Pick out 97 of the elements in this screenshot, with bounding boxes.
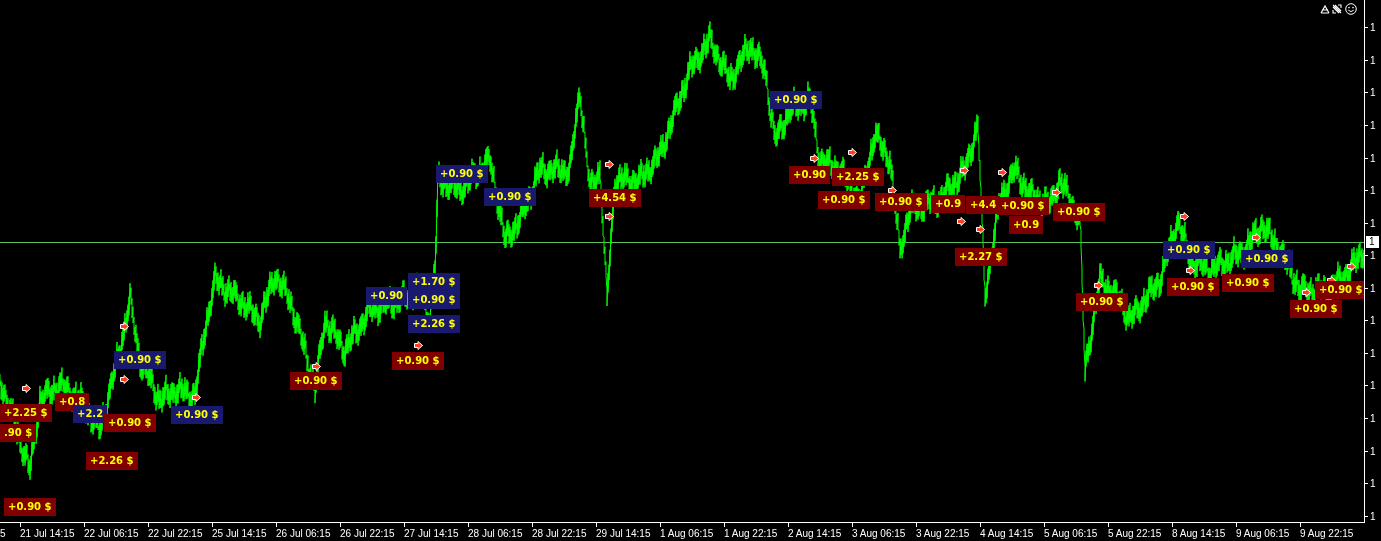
trade-label: +0.90 $ bbox=[436, 165, 488, 183]
price-label: 1 bbox=[1370, 152, 1376, 164]
trade-label: +1.70 $ bbox=[408, 273, 460, 291]
price-label: 1 bbox=[1370, 445, 1376, 457]
arrow-icon bbox=[605, 212, 614, 221]
trade-label: +0.90 bbox=[366, 287, 408, 305]
arrow-icon bbox=[1347, 262, 1356, 271]
trade-label: +0.90 bbox=[789, 166, 831, 184]
arrow-icon bbox=[810, 154, 819, 163]
price-label: 1 bbox=[1370, 185, 1376, 197]
arrow-icon bbox=[888, 186, 897, 195]
arrow-icon bbox=[1180, 212, 1189, 221]
trade-label: +0.90 $ bbox=[114, 351, 166, 369]
arrow-icon bbox=[1186, 266, 1195, 275]
trade-label: +0.90 $ bbox=[1241, 250, 1293, 268]
time-label: 9 Aug 22:15 bbox=[1300, 528, 1354, 539]
trade-label: +0.90 $ bbox=[1163, 241, 1215, 259]
trade-label: +0.90 $ bbox=[408, 291, 460, 309]
arrow-icon bbox=[120, 375, 129, 384]
time-label: 28 Jul 06:15 bbox=[468, 528, 523, 539]
trade-label: +0.90 $ bbox=[104, 414, 156, 432]
trade-label: +0.90 $ bbox=[818, 191, 870, 209]
time-label: 1 Aug 06:15 bbox=[660, 528, 714, 539]
time-label: 21 Jul 14:15 bbox=[20, 528, 75, 539]
trade-label: +0.9 bbox=[931, 195, 966, 213]
arrow-icon bbox=[998, 168, 1007, 177]
trade-label: +4.4 bbox=[966, 196, 1001, 214]
trade-label: +0.90 $ bbox=[4, 498, 56, 516]
price-label: 1 bbox=[1370, 315, 1376, 327]
trade-label: +0.90 $ bbox=[1222, 274, 1274, 292]
trade-label: +0.90 $ bbox=[875, 193, 927, 211]
time-label: 22 Jul 22:15 bbox=[148, 528, 203, 539]
time-label: 27 Jul 14:15 bbox=[404, 528, 459, 539]
price-label: 1 bbox=[1370, 347, 1376, 359]
current-price-label: 1 bbox=[1366, 236, 1379, 248]
trade-label: +0.90 $ bbox=[770, 91, 822, 109]
trade-label: +0.90 $ bbox=[1315, 281, 1364, 299]
time-label: 9 Aug 06:15 bbox=[1236, 528, 1290, 539]
arrow-icon bbox=[960, 166, 969, 175]
price-label: 1 bbox=[1370, 250, 1376, 262]
arrow-icon bbox=[120, 322, 129, 331]
time-label: 28 Jul 22:15 bbox=[532, 528, 587, 539]
arrow-icon bbox=[848, 148, 857, 157]
arrow-icon bbox=[1094, 281, 1103, 290]
time-label: 26 Jul 06:15 bbox=[276, 528, 331, 539]
price-label: 1 bbox=[1370, 22, 1376, 34]
time-label: 3 Aug 06:15 bbox=[852, 528, 906, 539]
trade-label: +0.90 $ bbox=[392, 352, 444, 370]
time-label: 1 Aug 22:15 bbox=[724, 528, 778, 539]
trade-label: +0.90 $ bbox=[997, 197, 1049, 215]
arrow-icon bbox=[1302, 288, 1311, 297]
trade-label: +0.90 $ bbox=[484, 188, 536, 206]
price-label: 1 bbox=[1370, 282, 1376, 294]
trade-label: +2.25 $ bbox=[0, 404, 52, 422]
time-label: 5 bbox=[0, 528, 6, 539]
trade-label: +0.90 $ bbox=[1167, 278, 1219, 296]
trade-label: +0.90 $ bbox=[290, 372, 342, 390]
trade-label: +2.25 $ bbox=[832, 168, 884, 186]
arrow-icon bbox=[1252, 233, 1261, 242]
arrow-icon bbox=[1052, 188, 1061, 197]
price-label: 1 bbox=[1370, 87, 1376, 99]
price-label: 1 bbox=[1370, 478, 1376, 490]
time-label: 4 Aug 14:15 bbox=[980, 528, 1034, 539]
price-label: 1 bbox=[1370, 217, 1376, 229]
arrow-icon bbox=[957, 217, 966, 226]
trade-label: +4.54 $ bbox=[589, 189, 641, 207]
time-label: 5 Aug 06:15 bbox=[1044, 528, 1098, 539]
time-label: 29 Jul 14:15 bbox=[596, 528, 651, 539]
time-label: 3 Aug 22:15 bbox=[916, 528, 970, 539]
trade-label: +2.27 $ bbox=[955, 248, 1007, 266]
smiley-icon[interactable] bbox=[1345, 3, 1357, 15]
price-label: 1 bbox=[1370, 119, 1376, 131]
time-label: 25 Jul 14:15 bbox=[212, 528, 267, 539]
trade-label: +0.90 $ bbox=[1076, 293, 1128, 311]
trade-label: +0.9 bbox=[1009, 216, 1044, 234]
trade-label: +0.90 $ bbox=[171, 406, 223, 424]
trade-label: +0.90 $ bbox=[1053, 203, 1105, 221]
price-label: 1 bbox=[1370, 510, 1376, 522]
arrow-icon bbox=[22, 384, 31, 393]
trade-label: +2.26 $ bbox=[408, 315, 460, 333]
time-label: 22 Jul 06:15 bbox=[84, 528, 139, 539]
trade-label: +2.26 $ bbox=[86, 452, 138, 470]
time-label: 8 Aug 14:15 bbox=[1172, 528, 1226, 539]
price-label: 1 bbox=[1370, 413, 1376, 425]
trade-label: .90 $ bbox=[0, 424, 37, 442]
arrow-icon bbox=[192, 393, 201, 402]
time-label: 2 Aug 14:15 bbox=[788, 528, 842, 539]
price-label: 1 bbox=[1370, 380, 1376, 392]
arrow-icon bbox=[976, 225, 985, 234]
trade-label: +0.90 $ bbox=[1290, 300, 1342, 318]
trade-label: +2.2 bbox=[73, 405, 108, 423]
arrow-icon bbox=[414, 341, 423, 350]
arrow-icon bbox=[605, 160, 614, 169]
arrow-icon bbox=[312, 362, 321, 371]
time-label: 26 Jul 22:15 bbox=[340, 528, 395, 539]
time-label: 5 Aug 22:15 bbox=[1108, 528, 1162, 539]
price-label: 1 bbox=[1370, 54, 1376, 66]
